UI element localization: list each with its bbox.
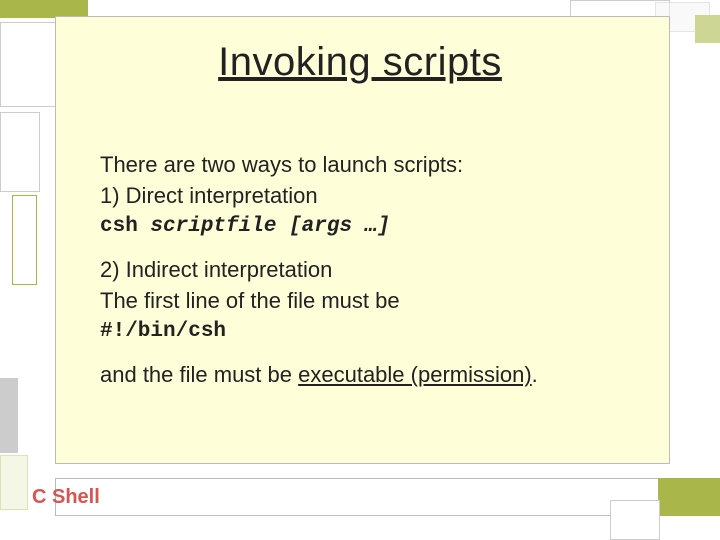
footer-bar — [55, 478, 659, 516]
footer-gray-box — [610, 500, 660, 540]
deco-left-olive — [12, 195, 37, 285]
method2-description: The first line of the file must be — [100, 286, 660, 317]
method2-command: #!/bin/csh — [100, 317, 660, 346]
deco-left-green — [0, 455, 28, 510]
cmd-args: [args …] — [289, 215, 390, 238]
method1-command: csh scriptfile [args …] — [100, 212, 660, 241]
cmd-csh: csh — [100, 215, 138, 238]
note-prefix: and the file must be — [100, 362, 298, 387]
footer-label: C Shell — [32, 486, 100, 509]
note-suffix: . — [532, 362, 538, 387]
cmd-scriptfile: scriptfile — [150, 215, 276, 238]
deco-top-right-olive — [695, 15, 720, 43]
slide-title: Invoking scripts — [0, 40, 720, 85]
deco-left-2 — [0, 112, 40, 192]
slide-body: There are two ways to launch scripts: 1)… — [100, 150, 660, 391]
intro-text: There are two ways to launch scripts: — [100, 150, 660, 181]
deco-left-3 — [0, 378, 18, 453]
method2-note: and the file must be executable (permiss… — [100, 360, 660, 391]
footer-olive — [658, 478, 720, 516]
note-underline: executable (permission) — [298, 362, 532, 387]
method1-label: 1) Direct interpretation — [100, 181, 660, 212]
method2-label: 2) Indirect interpretation — [100, 255, 660, 286]
